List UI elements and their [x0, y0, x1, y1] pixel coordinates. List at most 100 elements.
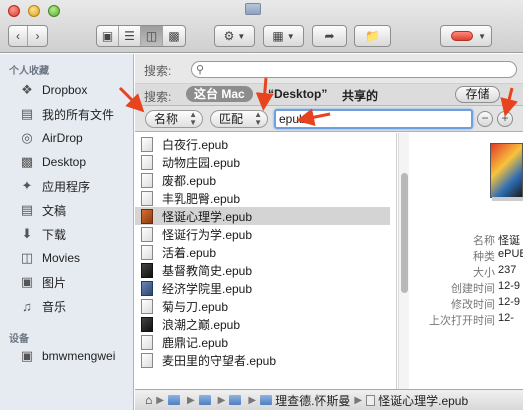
list-item[interactable]: 白夜行.epub	[135, 135, 390, 153]
list-item[interactable]: 浪潮之巅.epub	[135, 315, 390, 333]
file-name: 经济学院里.epub	[162, 281, 253, 296]
sidebar-item-label: bmwmengwei	[42, 349, 116, 363]
list-item[interactable]: 动物庄园.epub	[135, 153, 390, 171]
epub-file-icon	[141, 352, 153, 368]
list-view-button[interactable]: ☰	[119, 26, 141, 46]
meta-value-kind: ePUB	[498, 248, 523, 260]
action-menu-button[interactable]: ⚙ ▼	[214, 25, 255, 47]
back-button[interactable]: ‹	[9, 26, 28, 46]
meta-value-size: 237	[498, 264, 517, 276]
list-item[interactable]: 活着.epub	[135, 243, 390, 261]
file-list-scrollbar[interactable]	[398, 133, 409, 389]
sidebar-item-movies[interactable]: ◫ Movies	[0, 246, 134, 270]
meta-value-modified: 12-9	[498, 296, 521, 308]
epub-file-icon	[141, 280, 153, 296]
search-bar: 搜索: ⚲	[135, 54, 523, 84]
sidebar-item-all-files[interactable]: ▤ 我的所有文件	[0, 102, 134, 126]
scope-shared-button[interactable]: 共享的	[342, 87, 378, 104]
airdrop-icon: ◎	[21, 130, 33, 145]
back-forward-control: ‹ ›	[8, 25, 48, 47]
search-criteria-row: 名称 ▲ ▼ 匹配 ▲ ▼ epub − +	[135, 106, 523, 132]
epub-file-icon	[141, 226, 153, 242]
remove-criteria-button[interactable]: −	[477, 111, 493, 127]
file-name: 丰乳肥臀.epub	[162, 191, 241, 206]
forward-button[interactable]: ›	[28, 26, 47, 46]
file-name: 基督教简史.epub	[162, 263, 253, 278]
column-view-button[interactable]: ◫	[141, 26, 163, 46]
scroll-thumb[interactable]	[401, 173, 408, 293]
epub-file-icon	[141, 136, 153, 152]
zoom-window-button[interactable]	[48, 5, 60, 17]
scope-desktop-button[interactable]: “Desktop”	[268, 87, 327, 101]
close-window-button[interactable]	[8, 5, 20, 17]
sidebar-item-applications[interactable]: ✦ 应用程序	[0, 174, 134, 198]
sidebar-item-label: 下载	[42, 227, 67, 242]
meta-label-kind: 种类	[473, 251, 495, 263]
list-item-selected[interactable]: 怪诞心理学.epub	[135, 207, 390, 225]
meta-label-name: 名称	[473, 235, 495, 247]
sidebar-item-airdrop[interactable]: ◎ AirDrop	[0, 126, 134, 150]
share-button[interactable]: ➦	[312, 25, 347, 47]
sidebar-item-pictures[interactable]: ▣ 图片	[0, 270, 134, 294]
meta-label-modified: 修改时间	[451, 299, 495, 311]
path-separator-icon: ▶	[156, 394, 164, 406]
sidebar-item-label: 音乐	[42, 299, 67, 314]
path-bar: ⌂ ▶ ▶ ▶ ▶ 理查德.怀斯曼 ▶ 怪诞心理学.epub	[135, 389, 523, 410]
icon-view-button[interactable]: ▣	[97, 26, 119, 46]
list-item[interactable]: 废都.epub	[135, 171, 390, 189]
devices-header: 设备	[9, 334, 29, 345]
file-list: 白夜行.epub 动物庄园.epub 废都.epub 丰乳肥臀.epub 怪诞心…	[135, 133, 397, 389]
sidebar-item-label: AirDrop	[42, 131, 83, 145]
path-separator-icon: ▶	[186, 394, 195, 406]
list-item[interactable]: 菊与刀.epub	[135, 297, 390, 315]
sidebar-item-desktop[interactable]: ▩ Desktop	[0, 150, 134, 174]
path-separator-icon: ▶	[217, 394, 226, 406]
home-icon[interactable]: ⌂	[145, 393, 152, 407]
meta-label-created: 创建时间	[451, 283, 495, 295]
all-files-icon: ▤	[20, 106, 34, 121]
epub-file-icon	[141, 334, 153, 350]
search-input[interactable]: ⚲	[191, 61, 517, 78]
sidebar-item-downloads[interactable]: ⬇ 下载	[0, 222, 134, 246]
path-folder-icon[interactable]	[229, 395, 242, 405]
sidebar-item-music[interactable]: ♫ 音乐	[0, 294, 134, 318]
save-search-button[interactable]: 存储	[455, 86, 500, 103]
file-name: 浪潮之巅.epub	[162, 317, 241, 332]
epub-file-icon	[141, 262, 153, 278]
list-item[interactable]: 基督教简史.epub	[135, 261, 390, 279]
file-name: 怪诞行为学.epub	[162, 227, 253, 242]
epub-file-icon	[141, 190, 153, 206]
sidebar-item-dropbox[interactable]: ❖ Dropbox	[0, 78, 134, 102]
minimize-window-button[interactable]	[28, 5, 40, 17]
path-folder-icon[interactable]	[167, 395, 180, 405]
attribute-popup[interactable]: 名称 ▲ ▼	[145, 110, 203, 128]
gear-icon: ⚙	[223, 29, 235, 43]
sidebar-item-label: 图片	[42, 275, 67, 290]
meta-value-last-opened: 12-	[498, 312, 514, 324]
arrange-menu-button[interactable]: ▦ ▼	[263, 25, 304, 47]
grid-icon: ▦	[272, 29, 284, 43]
sidebar-item-computer[interactable]: ▣ bmwmengwei	[0, 344, 134, 368]
path-crumb-author[interactable]: 理查德.怀斯曼	[275, 392, 350, 409]
list-item[interactable]: 麦田里的守望者.epub	[135, 351, 390, 369]
path-folder-icon[interactable]	[198, 395, 211, 405]
criteria-value-input[interactable]: epub	[274, 109, 473, 129]
sidebar-item-label: 应用程序	[42, 179, 91, 194]
scope-label: 搜索:	[144, 90, 172, 104]
scope-this-mac-button[interactable]: 这台 Mac	[186, 86, 253, 102]
add-criteria-button[interactable]: +	[497, 111, 513, 127]
epub-file-icon	[366, 394, 376, 406]
path-crumb-file[interactable]: 怪诞心理学.epub	[378, 392, 468, 409]
path-folder-icon	[260, 395, 273, 405]
new-folder-button[interactable]: 📁	[354, 25, 391, 47]
list-item[interactable]: 经济学院里.epub	[135, 279, 390, 297]
list-item[interactable]: 怪诞行为学.epub	[135, 225, 390, 243]
sidebar-item-documents[interactable]: ▤ 文稿	[0, 198, 134, 222]
coverflow-view-button[interactable]: ▩	[163, 26, 185, 46]
operator-popup[interactable]: 匹配 ▲ ▼	[210, 110, 268, 128]
file-name: 废都.epub	[162, 173, 217, 188]
list-item[interactable]: 丰乳肥臀.epub	[135, 189, 390, 207]
search-icon: ⚲	[196, 64, 205, 76]
search-label: 搜索:	[144, 64, 172, 78]
list-item[interactable]: 鹿鼎记.epub	[135, 333, 390, 351]
